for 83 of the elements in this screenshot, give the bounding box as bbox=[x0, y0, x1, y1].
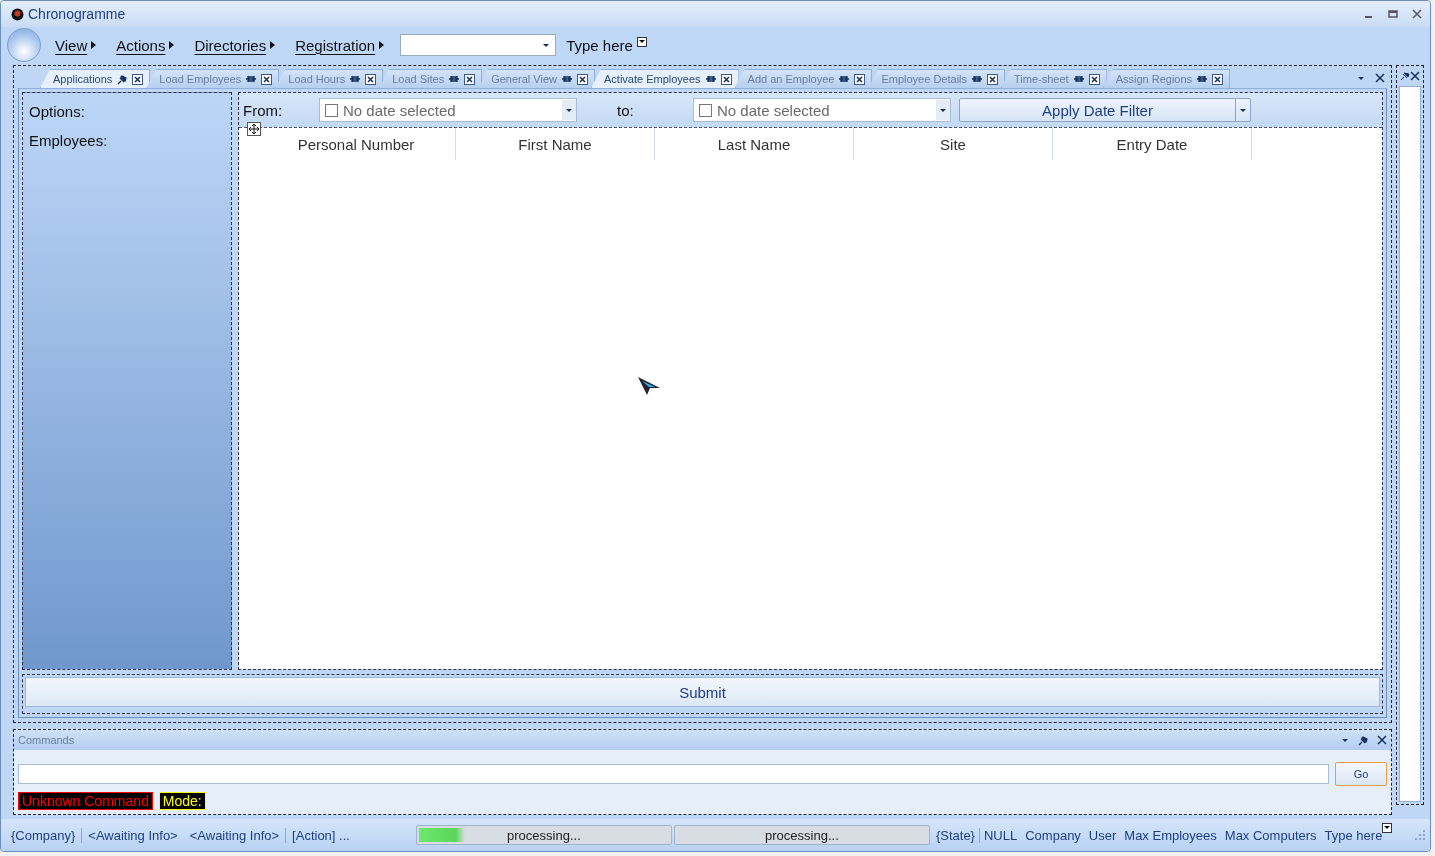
options-label: Options: bbox=[29, 103, 86, 120]
status-text: Max Employees bbox=[1123, 827, 1218, 843]
dropdown-arrow-icon[interactable] bbox=[542, 43, 551, 48]
status-text: Company bbox=[1024, 827, 1082, 843]
date-picker[interactable]: No date selected bbox=[319, 98, 577, 122]
menu-item[interactable]: Registration bbox=[295, 36, 385, 54]
status-text: [Action] ... bbox=[291, 827, 351, 843]
submenu-arrow-icon bbox=[91, 41, 97, 49]
close-tab-icon[interactable] bbox=[261, 73, 273, 85]
close-icon[interactable] bbox=[1375, 73, 1385, 83]
column-header[interactable]: Entry Date bbox=[1053, 128, 1252, 160]
dropdown-arrow-icon[interactable] bbox=[565, 107, 573, 113]
dropdown-icon[interactable] bbox=[636, 36, 647, 47]
auto-hide-pin-icon[interactable] bbox=[1072, 73, 1085, 85]
auto-hide-pin-icon[interactable] bbox=[561, 73, 573, 85]
column-header[interactable]: Last Name bbox=[655, 128, 854, 160]
checkbox[interactable] bbox=[699, 103, 712, 117]
close-tab-icon[interactable] bbox=[1088, 73, 1100, 85]
dropdown-arrow-icon[interactable] bbox=[1341, 737, 1349, 743]
move-handle-icon[interactable] bbox=[247, 122, 261, 136]
tab[interactable]: Activate Employees bbox=[591, 69, 739, 88]
close-tab-icon[interactable] bbox=[365, 73, 377, 85]
pin-icon[interactable] bbox=[116, 73, 129, 85]
status-text: <Awaiting Info> bbox=[87, 827, 179, 843]
panel-title: Commands bbox=[18, 734, 75, 746]
go-button[interactable]: Go bbox=[1335, 762, 1387, 786]
cursor-icon bbox=[637, 376, 661, 396]
auto-hide-pin-icon[interactable] bbox=[245, 73, 258, 85]
dropdown-arrow-icon[interactable] bbox=[939, 107, 947, 113]
command-input[interactable] bbox=[18, 764, 1329, 784]
status-text: {State} bbox=[931, 827, 980, 843]
menu-item[interactable]: Actions bbox=[116, 36, 175, 54]
column-header[interactable]: Personal Number bbox=[257, 128, 456, 160]
auto-hide-pin-icon[interactable] bbox=[349, 73, 362, 85]
tab-list-dropdown-icon[interactable] bbox=[1357, 75, 1365, 81]
checkbox[interactable] bbox=[325, 103, 338, 117]
dropdown-arrow-icon[interactable] bbox=[1239, 107, 1247, 113]
column-header[interactable]: Site bbox=[854, 128, 1053, 160]
menu-item[interactable]: Directories bbox=[194, 36, 276, 54]
close-tab-icon[interactable] bbox=[464, 73, 476, 85]
close-tab-icon[interactable] bbox=[577, 73, 588, 85]
close-tab-icon[interactable] bbox=[1212, 73, 1224, 85]
maximize-icon[interactable] bbox=[1388, 9, 1398, 19]
submenu-arrow-icon bbox=[379, 41, 385, 49]
employees-label: Employees: bbox=[29, 132, 109, 149]
auto-hide-pin-icon[interactable] bbox=[448, 73, 461, 85]
menu-placeholder[interactable]: Type here bbox=[566, 36, 633, 54]
status-label: Unknown Command bbox=[18, 792, 153, 810]
date-picker[interactable]: No date selected bbox=[693, 98, 951, 122]
status-text: NULL bbox=[982, 827, 1019, 843]
close-tab-icon[interactable] bbox=[854, 73, 866, 85]
tab[interactable]: Applications bbox=[40, 69, 151, 88]
pin-icon[interactable] bbox=[1357, 734, 1369, 746]
status-label: Mode: bbox=[158, 792, 206, 810]
status-text: <Awaiting Info> bbox=[183, 827, 287, 843]
apply-filter-button[interactable]: Apply Date Filter bbox=[959, 98, 1251, 122]
status-text: Max Computers bbox=[1223, 827, 1318, 843]
close-tab-icon[interactable] bbox=[132, 73, 144, 85]
submit-button[interactable]: Submit bbox=[25, 677, 1380, 707]
close-icon[interactable] bbox=[1377, 735, 1387, 745]
app-icon bbox=[11, 7, 24, 21]
date-label: From: bbox=[243, 101, 284, 119]
window-title: Chronogramme bbox=[28, 6, 126, 22]
auto-hide-pin-icon[interactable] bbox=[971, 73, 984, 85]
progress-bar: processing... bbox=[673, 825, 930, 845]
dropdown-icon[interactable] bbox=[1382, 823, 1393, 833]
auto-hide-pin-icon[interactable] bbox=[704, 73, 717, 85]
column-header[interactable]: First Name bbox=[456, 128, 655, 160]
progress-bar: processing... bbox=[415, 825, 672, 845]
pin-close-icon[interactable] bbox=[1400, 71, 1420, 81]
menu-item[interactable]: View bbox=[55, 36, 97, 54]
resize-grip-icon[interactable] bbox=[1414, 829, 1426, 841]
submenu-arrow-icon bbox=[169, 41, 175, 49]
auto-hide-pin-icon[interactable] bbox=[838, 73, 851, 85]
status-text: User bbox=[1087, 827, 1118, 843]
close-tab-icon[interactable] bbox=[720, 73, 732, 85]
close-tab-icon[interactable] bbox=[987, 73, 999, 85]
submenu-arrow-icon bbox=[270, 41, 276, 49]
date-label: to: bbox=[617, 101, 635, 119]
status-text: {Company} bbox=[5, 827, 83, 843]
close-icon[interactable] bbox=[1412, 9, 1422, 19]
auto-hide-pin-icon[interactable] bbox=[1196, 73, 1209, 85]
status-text: Type here bbox=[1323, 827, 1384, 843]
